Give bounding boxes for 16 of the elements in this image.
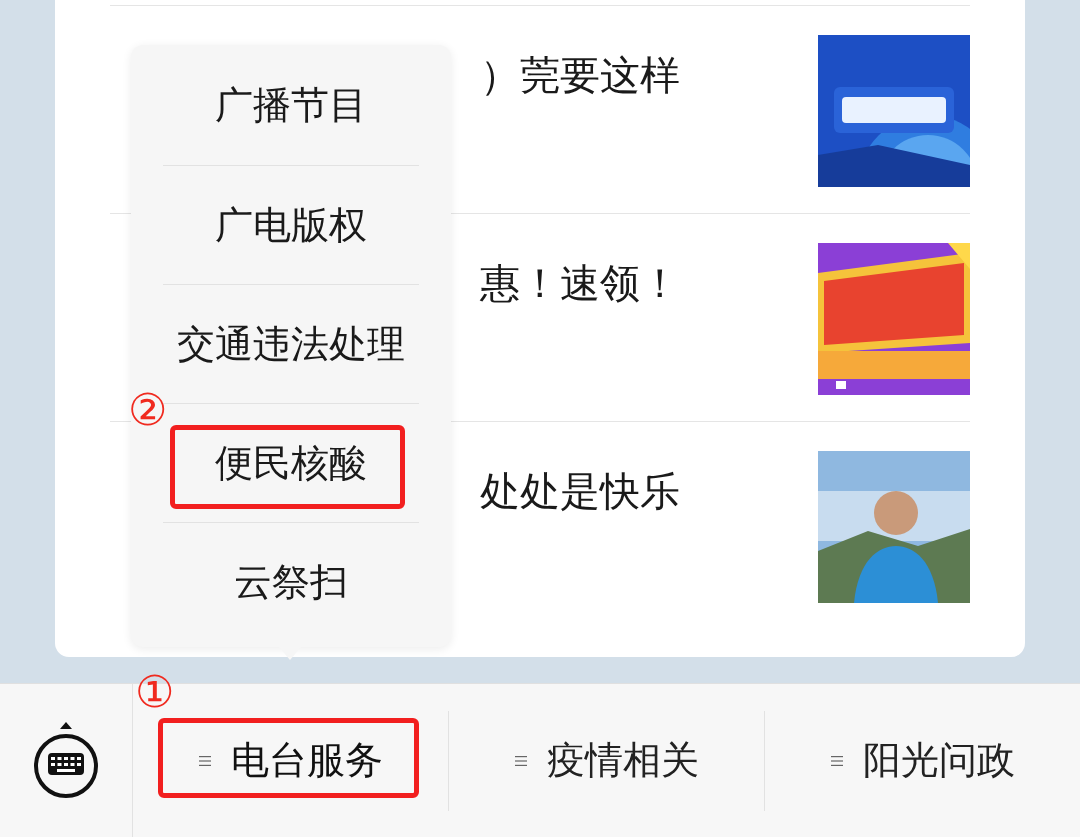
article-title[interactable]: 处处是快乐 — [480, 469, 680, 513]
menu-icon — [830, 755, 843, 766]
article-title[interactable]: 惠！速领！ — [480, 261, 680, 305]
article-title[interactable]: ）莞要这样 — [480, 53, 680, 97]
popup-menu-item[interactable]: 广播节目 — [215, 76, 367, 134]
menu-tab[interactable]: 阳光问政 — [822, 726, 1023, 795]
keyboard-icon[interactable] — [32, 721, 100, 800]
menu-tab[interactable]: 疫情相关 — [506, 726, 707, 795]
popup-menu-item[interactable]: 广电版权 — [215, 196, 367, 254]
popup-menu-item[interactable]: 云祭扫 — [234, 553, 348, 611]
menu-icon — [198, 755, 211, 766]
popup-menu-item[interactable]: 交通违法处理 — [177, 315, 405, 373]
popup-menu-item[interactable]: 便民核酸 — [215, 434, 367, 492]
annotation-number: ② — [128, 386, 167, 434]
annotation-number: ① — [135, 668, 174, 716]
menu-icon — [514, 755, 527, 766]
